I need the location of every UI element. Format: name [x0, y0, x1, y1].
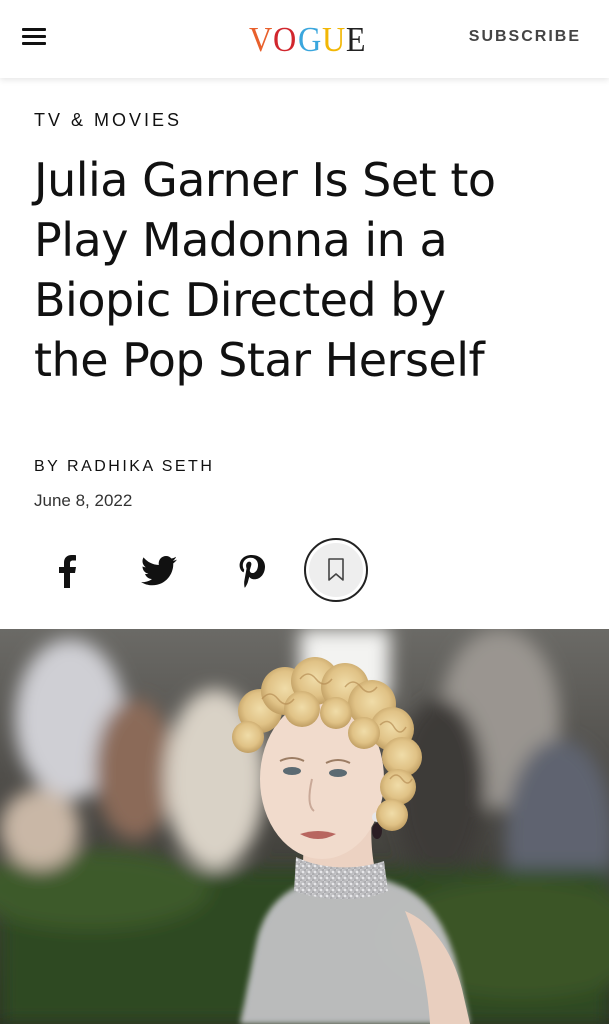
- vogue-logo[interactable]: VOGUE: [248, 20, 366, 60]
- facebook-share-button[interactable]: [34, 538, 100, 604]
- article-headline: Julia Garner Is Set to Play Madonna in a…: [34, 150, 579, 390]
- top-nav-bar: VOGUE SUBSCRIBE: [0, 0, 609, 78]
- hero-image[interactable]: [0, 629, 609, 1024]
- headline-line: Julia Garner Is Set to: [34, 153, 496, 207]
- twitter-icon: [141, 556, 177, 586]
- publish-date: June 8, 2022: [34, 491, 133, 510]
- byline-prefix: BY: [34, 458, 61, 475]
- hamburger-menu-icon[interactable]: [22, 26, 48, 48]
- facebook-icon: [59, 555, 76, 588]
- twitter-share-button[interactable]: [126, 538, 192, 604]
- author-link[interactable]: RADHIKA SETH: [67, 458, 214, 475]
- byline: BY RADHIKA SETH: [34, 458, 214, 476]
- pinterest-share-button[interactable]: [218, 538, 284, 604]
- logo-letter: G: [297, 20, 321, 59]
- headline-line: Play Madonna in a: [34, 213, 448, 267]
- bookmark-button[interactable]: [304, 538, 368, 602]
- subscribe-link[interactable]: SUBSCRIBE: [469, 28, 581, 46]
- logo-letter: U: [321, 20, 345, 59]
- hero-photo-illustration: [0, 629, 609, 1024]
- bookmark-icon: [328, 558, 344, 581]
- logo-letter: V: [248, 20, 272, 59]
- headline-line: the Pop Star Herself: [34, 333, 485, 387]
- section-label[interactable]: TV & MOVIES: [34, 110, 182, 131]
- pinterest-icon: [239, 555, 265, 588]
- logo-letter: E: [345, 20, 366, 59]
- logo-letter: O: [273, 20, 296, 59]
- share-bar: [34, 538, 394, 604]
- headline-line: Biopic Directed by: [34, 273, 446, 327]
